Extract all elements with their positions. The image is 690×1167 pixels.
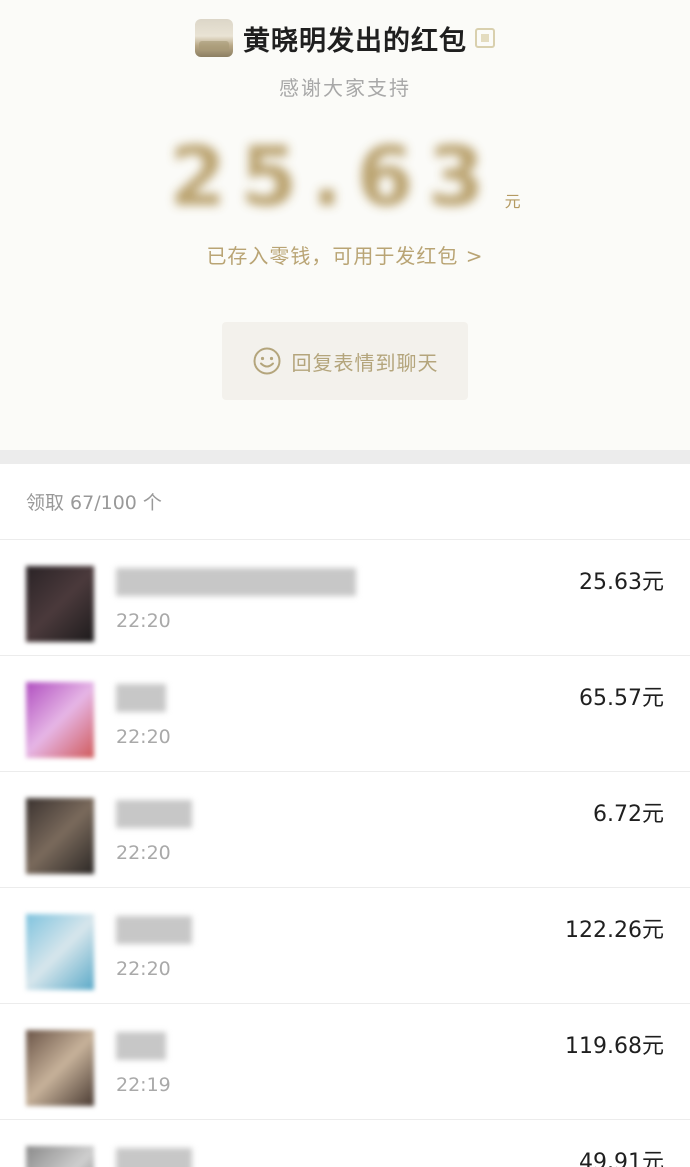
sender-badge-icon: [475, 28, 495, 48]
stored-to-change-link[interactable]: 已存入零钱，可用于发红包 >: [0, 240, 690, 269]
receiver-row[interactable]: 49.91元: [0, 1120, 690, 1167]
receive-time: 22:20: [116, 958, 171, 980]
receiver-avatar[interactable]: [26, 1030, 94, 1106]
sender-row: 黄晓明发出的红包: [0, 16, 690, 60]
receiver-row[interactable]: 22:20 25.63元: [0, 540, 690, 656]
sender-avatar[interactable]: [195, 19, 233, 57]
receiver-name-blurred: [116, 568, 356, 596]
receive-amount: 65.57元: [579, 686, 664, 711]
receive-amount: 6.72元: [593, 802, 664, 827]
blessing-text: 感谢大家支持: [279, 76, 411, 100]
receiver-name-blurred: [116, 1148, 192, 1167]
receive-amount: 119.68元: [565, 1034, 664, 1059]
receiver-avatar[interactable]: [26, 566, 94, 642]
receive-amount: 122.26元: [565, 918, 664, 943]
receiver-avatar[interactable]: [26, 798, 94, 874]
receive-amount: 25.63元: [579, 570, 664, 595]
receiver-name-blurred: [116, 916, 192, 944]
receiver-name-blurred: [116, 1032, 166, 1060]
red-packet-header: 黄晓明发出的红包 感谢大家支持 25.63 元 已存入零钱，可用于发红包 > 回…: [0, 0, 690, 450]
receiver-row[interactable]: 22:20 122.26元: [0, 888, 690, 1004]
receive-time: 22:20: [116, 726, 171, 748]
amount-unit: 元: [504, 192, 521, 211]
receiver-row[interactable]: 22:20 6.72元: [0, 772, 690, 888]
section-divider: [0, 450, 690, 464]
receive-amount: 49.91元: [579, 1150, 664, 1167]
receiver-avatar[interactable]: [26, 682, 94, 758]
received-amount: 25.63 元: [0, 128, 690, 228]
receiver-list: 22:20 25.63元 22:20 65.57元 22:20 6.72元 22…: [0, 540, 690, 1167]
smile-icon: [253, 347, 280, 375]
receiver-row[interactable]: 22:20 65.57元: [0, 656, 690, 772]
receiver-name-blurred: [116, 800, 192, 828]
sender-name: 黄晓明发出的红包: [243, 25, 467, 57]
receiver-row[interactable]: 22:19 119.68元: [0, 1004, 690, 1120]
receiver-name-blurred: [116, 684, 166, 712]
claimed-count: 领取 67/100 个: [0, 464, 690, 540]
receive-time: 22:19: [116, 1074, 171, 1096]
reply-button-label: 回复表情到聊天: [291, 350, 439, 375]
receive-time: 22:20: [116, 842, 171, 864]
amount-value: 25.63: [169, 130, 499, 225]
reply-sticker-button[interactable]: 回复表情到聊天: [222, 322, 468, 400]
receive-time: 22:20: [116, 610, 171, 632]
receiver-avatar[interactable]: [26, 914, 94, 990]
receiver-avatar[interactable]: [26, 1146, 94, 1167]
